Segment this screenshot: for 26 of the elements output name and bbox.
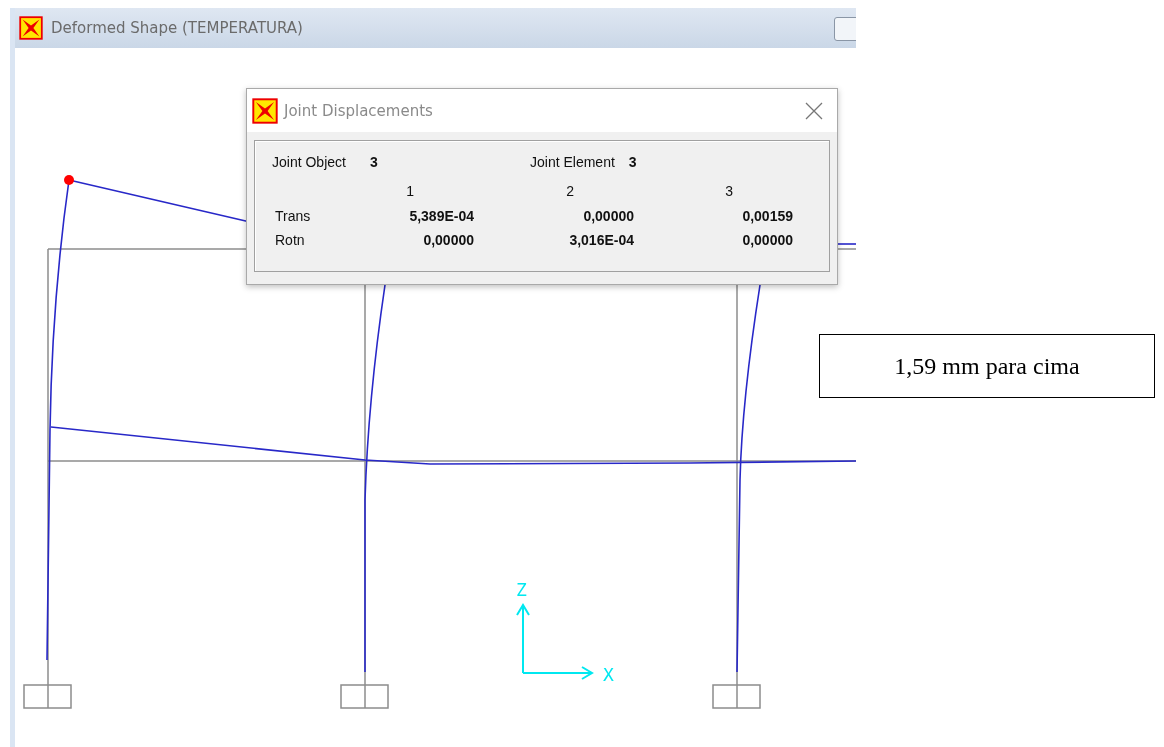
field-value: 3 (370, 154, 379, 170)
dialog-title: Joint Displacements (284, 101, 434, 120)
table-cell-text: 0,00000 (582, 207, 634, 226)
window-title: Deformed Shape (TEMPERATURA) (51, 19, 303, 37)
annotation-text: 1,59 mm para cima (819, 334, 1155, 398)
app-logo-icon (19, 16, 43, 40)
x-axis-arrow (522, 666, 594, 680)
table-cell-text: 3,016E-04 (568, 231, 634, 250)
field-value: 3 (628, 154, 637, 170)
table-cell-text: 0,00159 (741, 207, 793, 226)
joint-marker[interactable] (64, 175, 74, 185)
row-label: Trans (274, 207, 312, 226)
column-header: 3 (724, 182, 734, 201)
column-header: 2 (565, 182, 575, 201)
axis-label: Z (516, 579, 527, 600)
z-axis-arrow (516, 603, 530, 674)
field-label: Joint Object (272, 154, 347, 170)
field-label: Joint Element (530, 154, 615, 170)
table-cell-text: 0,00000 (741, 231, 793, 250)
app-logo-icon (252, 97, 278, 124)
column-header: 1 (405, 182, 415, 201)
table-cell-text: 5,389E-04 (408, 207, 474, 226)
close-icon[interactable] (805, 101, 823, 120)
axis-label: X (603, 664, 614, 685)
table-cell-text: 0,00000 (422, 231, 474, 250)
row-label: Rotn (274, 231, 306, 250)
